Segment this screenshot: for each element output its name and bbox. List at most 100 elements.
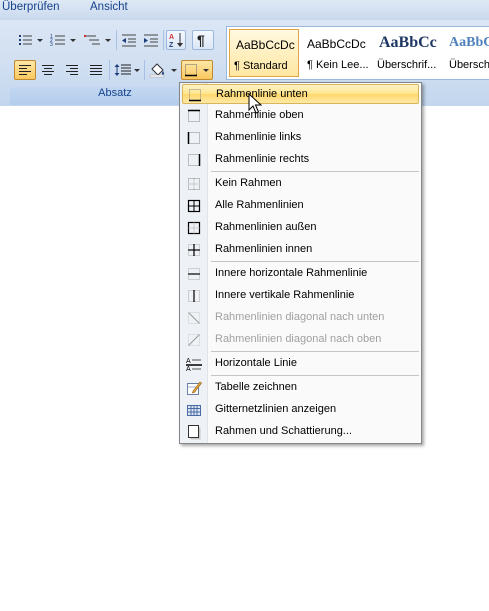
svg-text:A: A: [186, 358, 191, 365]
multilevel-list-button[interactable]: [82, 30, 114, 50]
menu-item-rahmenlinie-rechts[interactable]: Rahmenlinie rechts: [182, 150, 419, 170]
menu-item-diagonal-unten[interactable]: Rahmenlinien diagonal nach unten: [182, 308, 419, 328]
sort-az-icon: AZ: [169, 33, 183, 48]
borders-shading-icon: [188, 425, 201, 440]
menu-item-label: Rahmenlinien diagonal nach unten: [215, 311, 385, 323]
style-tile-kein-leerraum[interactable]: AaBbCcDc ¶ Kein Lee...: [301, 29, 371, 77]
sort-button[interactable]: AZ: [166, 30, 186, 50]
style-name: ¶ Kein Lee...: [307, 59, 369, 71]
menu-item-rahmenlinie-unten[interactable]: Rahmenlinie unten: [182, 84, 419, 104]
menu-item-innere-vertikale[interactable]: Innere vertikale Rahmenlinie: [182, 286, 419, 306]
diagonal-up-border-icon: [188, 334, 200, 346]
tab-ueberpruefen[interactable]: Überprüfen: [2, 1, 60, 13]
align-left-button[interactable]: [14, 60, 36, 80]
menu-item-label: Gitternetzlinien anzeigen: [215, 403, 337, 415]
bullets-icon: [19, 35, 43, 45]
separator: [116, 30, 117, 50]
menu-separator: [211, 171, 419, 172]
style-sample: AaBbCc: [379, 34, 437, 51]
increase-indent-button[interactable]: [141, 30, 161, 50]
svg-text:¶: ¶: [197, 33, 205, 47]
menu-item-rahmenlinie-oben[interactable]: Rahmenlinie oben: [182, 106, 419, 126]
menu-separator: [211, 261, 419, 262]
inside-vertical-border-icon: [188, 290, 200, 302]
menu-item-diagonal-oben[interactable]: Rahmenlinien diagonal nach oben: [182, 330, 419, 350]
inside-borders-icon: [188, 244, 200, 256]
gridlines-icon: [187, 405, 201, 416]
diagonal-down-border-icon: [188, 312, 200, 324]
menu-item-label: Innere vertikale Rahmenlinie: [215, 289, 355, 301]
menu-item-horizontale-linie[interactable]: AA Horizontale Linie: [182, 354, 419, 374]
justify-icon: [90, 65, 102, 75]
inside-horizontal-border-icon: [188, 268, 200, 280]
menu-item-rahmenlinien-aussen[interactable]: Rahmenlinien außen: [182, 218, 419, 238]
menu-separator: [211, 351, 419, 352]
ribbon-tab-strip: Überprüfen Ansicht: [0, 0, 489, 21]
style-tile-standard[interactable]: AaBbCcDc ¶ Standard: [229, 29, 299, 77]
menu-item-rahmenlinien-innen[interactable]: Rahmenlinien innen: [182, 240, 419, 260]
border-left-icon: [187, 132, 200, 144]
pilcrow-icon: ¶: [197, 33, 205, 47]
menu-item-rahmen-und-schattierung[interactable]: Rahmen und Schattierung...: [182, 422, 419, 442]
align-right-icon: [66, 65, 78, 75]
outside-borders-icon: [187, 221, 201, 235]
align-center-button[interactable]: [37, 60, 59, 80]
menu-item-alle-rahmenlinien[interactable]: Alle Rahmenlinien: [182, 196, 419, 216]
multilevel-list-icon: [84, 35, 111, 45]
border-bottom-icon: [185, 64, 209, 77]
svg-text:Z: Z: [169, 42, 174, 48]
borders-dropdown-menu: Rahmenlinie unten Rahmenlinie oben Rahme…: [179, 82, 422, 444]
decrease-indent-button[interactable]: [119, 30, 139, 50]
menu-item-kein-rahmen[interactable]: Kein Rahmen: [182, 174, 419, 194]
bullets-button[interactable]: [16, 30, 46, 50]
line-spacing-button[interactable]: [112, 60, 142, 80]
align-left-icon: [19, 65, 31, 75]
draw-table-icon: [187, 381, 202, 395]
svg-text:A: A: [186, 366, 191, 372]
numbering-button[interactable]: 123: [48, 30, 80, 50]
borders-button[interactable]: [181, 60, 213, 80]
menu-item-label: Rahmenlinie links: [215, 131, 302, 143]
style-tile-ueberschrift-1[interactable]: AaBbCc Überschrif...: [373, 29, 443, 77]
menu-item-innere-horizontale[interactable]: Innere horizontale Rahmenlinie: [182, 264, 419, 284]
menu-item-label: Rahmenlinien außen: [215, 221, 317, 233]
menu-item-tabelle-zeichnen[interactable]: Tabelle zeichnen: [182, 378, 419, 398]
menu-item-label: Rahmen und Schattierung...: [215, 425, 352, 437]
svg-text:3: 3: [50, 42, 53, 47]
align-center-icon: [42, 65, 54, 75]
style-name: ¶ Standard: [234, 60, 288, 72]
separator: [144, 60, 145, 80]
increase-indent-icon: [144, 34, 158, 47]
style-tile-ueberschrift-2[interactable]: AaBbC Überschri: [445, 29, 489, 77]
menu-item-label: Rahmenlinie rechts: [215, 153, 310, 165]
style-sample: AaBbCcDc: [307, 37, 366, 51]
svg-text:A: A: [169, 34, 174, 41]
show-formatting-marks-button[interactable]: ¶: [192, 30, 214, 50]
menu-item-label: Rahmenlinien innen: [215, 243, 313, 255]
menu-item-label: Alle Rahmenlinien: [215, 199, 304, 211]
no-border-icon: [188, 178, 200, 190]
style-name: Überschrif...: [377, 59, 437, 71]
menu-item-label: Tabelle zeichnen: [215, 381, 297, 393]
menu-item-label: Kein Rahmen: [215, 177, 282, 189]
border-top-icon: [188, 109, 200, 122]
menu-item-label: Innere horizontale Rahmenlinie: [215, 267, 368, 279]
menu-item-rahmenlinie-links[interactable]: Rahmenlinie links: [182, 128, 419, 148]
all-borders-icon: [187, 199, 201, 213]
tab-ansicht[interactable]: Ansicht: [90, 1, 128, 13]
border-bottom-icon: [189, 89, 201, 102]
mouse-cursor-icon: [248, 93, 262, 114]
styles-gallery: AaBbCcDc ¶ Standard AaBbCcDc ¶ Kein Lee.…: [226, 26, 489, 80]
border-right-icon: [188, 154, 201, 166]
horizontal-line-icon: AA: [186, 358, 202, 372]
style-sample: AaBbCcDc: [236, 38, 295, 52]
menu-item-label: Rahmenlinien diagonal nach oben: [215, 333, 382, 345]
menu-item-gitternetzlinien[interactable]: Gitternetzlinien anzeigen: [182, 400, 419, 420]
align-right-button[interactable]: [61, 60, 83, 80]
style-sample: AaBbC: [449, 35, 489, 50]
line-spacing-icon: [114, 64, 140, 76]
style-name: Überschri: [449, 59, 489, 71]
decrease-indent-icon: [122, 34, 136, 47]
shading-button[interactable]: [147, 60, 179, 80]
justify-button[interactable]: [85, 60, 107, 80]
